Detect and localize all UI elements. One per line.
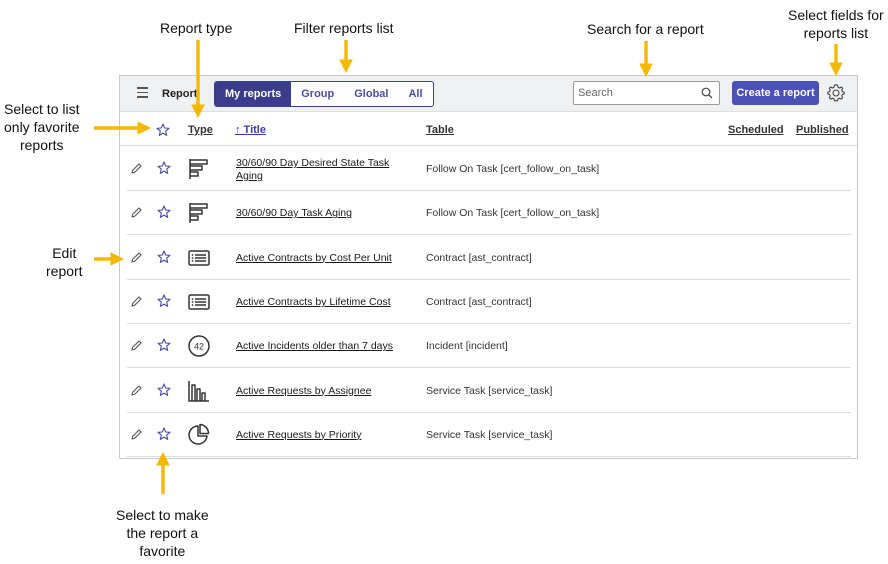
score-label: 42 xyxy=(194,342,204,352)
table-row: 42 Active Incidents older than 7 days Inci… xyxy=(127,324,851,369)
annotation-search-report: Search for a report xyxy=(587,21,704,37)
report-table-name: Contract [ast_contract] xyxy=(426,295,532,308)
annotation-make-favorite: Select to make the report a favorite xyxy=(116,506,209,560)
report-title-link[interactable]: Active Contracts by Lifetime Cost xyxy=(236,296,401,309)
report-list-panel: Report My reports Group Global All Creat… xyxy=(119,75,858,459)
column-header-published[interactable]: Published xyxy=(796,124,849,136)
table-row: Active Contracts by Cost Per Unit Contrac… xyxy=(127,236,851,280)
create-report-button[interactable]: Create a report xyxy=(732,81,819,105)
favorite-star-icon[interactable] xyxy=(157,250,171,264)
report-table-name: Contract [ast_contract] xyxy=(426,251,532,264)
tab-my-reports[interactable]: My reports xyxy=(215,82,292,106)
report-title-line[interactable]: 30/60/90 Day Desired State Task xyxy=(236,157,389,169)
annotation-line: only favorite xyxy=(4,119,80,135)
annotation-line: reports xyxy=(19,137,64,153)
report-title-link[interactable]: 30/60/90 Day Desired State Task Aging xyxy=(236,157,401,183)
table-header-row: Type ↑ Title Table Scheduled Published xyxy=(120,111,857,146)
favorite-star-icon[interactable] xyxy=(157,382,171,397)
pie-chart-icon xyxy=(188,423,210,445)
tab-all[interactable]: All xyxy=(398,82,432,106)
favorite-star-icon[interactable] xyxy=(157,205,171,219)
favorites-filter-star-icon[interactable] xyxy=(156,123,170,137)
report-title-link[interactable]: Active Requests by Assignee xyxy=(236,385,401,398)
report-title-line[interactable]: Active Contracts by Cost Per Unit xyxy=(236,252,392,264)
annotation-line: the report a xyxy=(126,525,199,541)
annotation-line: Select to list xyxy=(4,101,80,117)
report-table-name: Follow On Task [cert_follow_on_task] xyxy=(426,207,600,220)
report-title-line[interactable]: Active Contracts by Lifetime Cost xyxy=(236,296,391,308)
edit-report-pencil-icon[interactable] xyxy=(130,339,143,352)
report-table-name: Follow On Task [cert_follow_on_task] xyxy=(426,163,600,175)
column-header-table[interactable]: Table xyxy=(426,124,454,136)
annotation-line: Edit xyxy=(52,245,77,261)
favorite-star-icon[interactable] xyxy=(157,161,171,175)
column-header-scheduled[interactable]: Scheduled xyxy=(728,124,784,136)
report-title-line[interactable]: Active Incidents older than 7 days xyxy=(236,340,393,352)
favorite-star-icon[interactable] xyxy=(157,338,171,352)
annotation-select-fields: Select fields for reports list xyxy=(788,6,884,42)
vertical-bar-chart-icon xyxy=(188,380,209,402)
list-report-icon xyxy=(188,294,210,310)
table-row: 30/60/90 Day Task Aging Follow On Task [c… xyxy=(127,191,851,236)
favorite-star-icon[interactable] xyxy=(157,294,171,308)
hamburger-menu-icon[interactable] xyxy=(137,87,148,98)
search-input[interactable] xyxy=(578,86,696,100)
edit-report-pencil-icon[interactable] xyxy=(130,162,143,175)
edit-report-pencil-icon[interactable] xyxy=(130,206,143,219)
horizontal-bar-chart-icon xyxy=(189,203,208,224)
edit-report-pencil-icon[interactable] xyxy=(130,384,143,397)
table-row: Active Contracts by Lifetime Cost Contrac… xyxy=(127,280,851,324)
search-box xyxy=(573,81,720,105)
horizontal-bar-chart-icon xyxy=(189,159,208,179)
report-title-link[interactable]: Active Incidents older than 7 days xyxy=(236,340,401,353)
toolbar: Report My reports Group Global All Creat… xyxy=(120,76,857,112)
tab-group[interactable]: Group xyxy=(291,82,344,106)
search-icon[interactable] xyxy=(701,87,713,99)
annotation-line: Select to make xyxy=(116,507,209,523)
table-row: Active Requests by Priority Service Task … xyxy=(127,413,851,457)
filter-tabs: My reports Group Global All xyxy=(214,81,434,107)
column-header-type[interactable]: Type xyxy=(188,124,213,136)
list-report-icon xyxy=(188,249,210,266)
report-title-link[interactable]: Active Requests by Priority xyxy=(236,429,401,442)
annotation-filter-reports: Filter reports list xyxy=(294,20,394,36)
report-title-link[interactable]: Active Contracts by Cost Per Unit xyxy=(236,252,401,265)
tab-global[interactable]: Global xyxy=(344,82,398,106)
annotation-line: favorite xyxy=(139,543,186,559)
annotation-line: report xyxy=(46,263,83,279)
table-row: 30/60/90 Day Desired State Task Aging Foll… xyxy=(127,147,851,191)
report-table-name: Service Task [service_task] xyxy=(426,384,553,397)
annotation-line: reports list xyxy=(803,25,869,41)
report-table-name: Service Task [service_task] xyxy=(426,428,553,441)
annotation-line: Select fields for xyxy=(788,7,884,23)
annotation-report-type: Report type xyxy=(160,20,233,36)
edit-report-pencil-icon[interactable] xyxy=(130,295,143,308)
report-table-name: Incident [incident] xyxy=(426,340,508,353)
column-header-title[interactable]: ↑ Title xyxy=(235,124,266,136)
single-score-icon: 42 xyxy=(188,335,210,357)
annotation-edit-report: Edit report xyxy=(46,244,83,280)
toolbar-title: Report xyxy=(162,88,198,100)
report-title-line[interactable]: Active Requests by Priority xyxy=(236,429,361,441)
report-title-line[interactable]: Active Requests by Assignee xyxy=(236,385,371,397)
edit-report-pencil-icon[interactable] xyxy=(130,251,143,264)
gear-icon[interactable] xyxy=(826,83,846,103)
edit-report-pencil-icon[interactable] xyxy=(130,428,143,441)
annotation-favorites-filter: Select to list only favorite reports xyxy=(4,100,79,154)
table-row: Active Requests by Assignee Service Task … xyxy=(127,369,851,413)
favorite-star-icon[interactable] xyxy=(157,427,171,441)
report-title-line[interactable]: Aging xyxy=(236,170,263,182)
report-title-line[interactable]: 30/60/90 Day Task Aging xyxy=(236,207,352,219)
report-title-link[interactable]: 30/60/90 Day Task Aging xyxy=(236,207,401,220)
